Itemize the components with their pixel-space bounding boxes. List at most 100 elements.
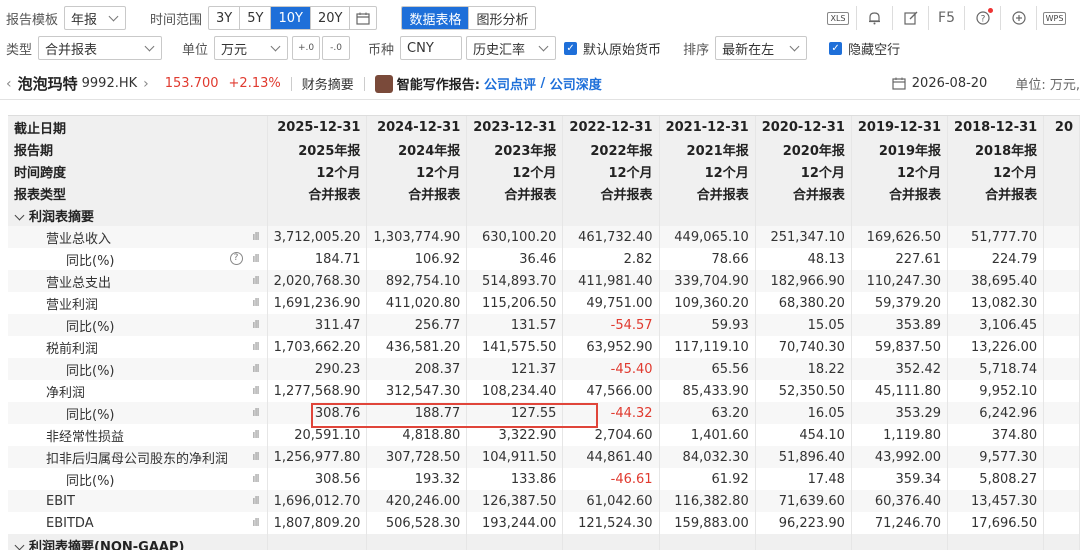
table-cell: 3,322.90 bbox=[466, 424, 564, 446]
chevron-down-icon bbox=[270, 41, 281, 51]
edit-icon[interactable] bbox=[892, 6, 928, 30]
chevron-down-icon[interactable] bbox=[14, 210, 25, 220]
range-3y[interactable]: 3Y bbox=[209, 7, 241, 29]
table-cell: 1,303,774.90 bbox=[366, 226, 468, 248]
bar-chart-icon[interactable]: ıll bbox=[252, 252, 259, 265]
chevron-left-icon[interactable]: ‹ bbox=[6, 76, 12, 92]
bar-chart-icon[interactable]: ıll bbox=[252, 230, 259, 243]
bar-chart-icon[interactable]: ıll bbox=[252, 362, 259, 375]
row-label: EBITDA bbox=[46, 515, 94, 531]
currency-select[interactable]: CNY bbox=[400, 36, 463, 60]
range-20y[interactable]: 20Y bbox=[311, 7, 351, 29]
decimal-increase-button[interactable]: +.0 bbox=[292, 36, 321, 60]
rate-select[interactable]: 历史汇率 bbox=[466, 36, 557, 60]
wps-icon[interactable]: WPS bbox=[1036, 6, 1072, 30]
section-cell bbox=[267, 534, 368, 550]
stock-info-bar: ‹ 泡泡玛特 9992.HK › 153.700 +2.13% 财务摘要 智能写… bbox=[0, 68, 1080, 100]
header-cell: 2022-12-31 bbox=[562, 116, 660, 138]
table-cell: 420,246.00 bbox=[366, 490, 468, 512]
table-cell: 9,952.10 bbox=[947, 380, 1045, 402]
table-cell: 106.92 bbox=[366, 248, 468, 270]
header-row: 截止日期 2025-12-31 2024-12-31 2023-12-31 2022-1… bbox=[8, 116, 1080, 138]
bar-chart-icon[interactable]: ıll bbox=[252, 516, 259, 529]
decimal-decrease-button[interactable]: -.0 bbox=[322, 36, 351, 60]
unit-select[interactable]: 万元 bbox=[214, 36, 289, 60]
rate-select-value: 历史汇率 bbox=[473, 42, 526, 58]
help-icon[interactable]: ? bbox=[964, 6, 1000, 30]
table-cell: 121.37 bbox=[466, 358, 564, 380]
table-cell: 352.42 bbox=[851, 358, 949, 380]
template-select[interactable]: 年报 bbox=[64, 6, 127, 30]
notification-dot bbox=[988, 8, 993, 13]
section-cell bbox=[947, 534, 1045, 550]
sort-select[interactable]: 最新在左 bbox=[715, 36, 808, 60]
bar-chart-icon[interactable]: ıll bbox=[252, 296, 259, 309]
financial-table: 截止日期 2025-12-31 2024-12-31 2023-12-31 2022-1… bbox=[8, 115, 1080, 550]
chevron-down-icon[interactable] bbox=[14, 540, 25, 550]
range-5y[interactable]: 5Y bbox=[240, 7, 272, 29]
table-cell: 449,065.10 bbox=[659, 226, 756, 248]
table-cell: 45,111.80 bbox=[851, 380, 949, 402]
header-label: 时间跨度 bbox=[8, 160, 268, 182]
section-row[interactable]: 利润表摘要(NON-GAAP) bbox=[8, 534, 1080, 550]
bar-chart-icon[interactable]: ıll bbox=[252, 384, 259, 397]
table-cell bbox=[1043, 270, 1080, 292]
row-label: 税前利润 bbox=[46, 341, 99, 357]
header-cell: 2018年报 bbox=[947, 138, 1045, 160]
range-10y[interactable]: 10Y bbox=[271, 7, 311, 29]
section-cell bbox=[466, 534, 564, 550]
header-cell: 合并报表 bbox=[851, 182, 949, 204]
table-row: 扣非后归属母公司股东的净利润 ıll 1,256,977.80 307,728.50 1… bbox=[8, 446, 1080, 468]
row-label: 营业利润 bbox=[46, 297, 99, 313]
checkbox-checked-icon: ✓ bbox=[564, 41, 578, 55]
table-cell: 63,952.90 bbox=[562, 336, 660, 358]
section-row[interactable]: 利润表摘要 bbox=[8, 204, 1080, 226]
header-cell: 2019-12-31 bbox=[851, 116, 949, 138]
table-cell: 59,379.20 bbox=[851, 292, 949, 314]
plus-circle-icon[interactable] bbox=[1000, 6, 1036, 30]
tab-financial-summary[interactable]: 财务摘要 bbox=[302, 74, 354, 93]
header-cell: 2021-12-31 bbox=[659, 116, 756, 138]
table-cell: 51,777.70 bbox=[947, 226, 1045, 248]
table-cell: 227.61 bbox=[851, 248, 949, 270]
date-picker[interactable]: 2026-08-20 bbox=[892, 76, 987, 91]
default-currency-checkbox[interactable]: ✓ 默认原始货币 bbox=[564, 39, 661, 58]
bar-chart-icon[interactable]: ıll bbox=[252, 450, 259, 463]
header-cell: 合并报表 bbox=[366, 182, 468, 204]
view-table-tab[interactable]: 数据表格 bbox=[402, 7, 470, 29]
header-cell: 20 bbox=[1043, 116, 1080, 138]
type-select[interactable]: 合并报表 bbox=[38, 36, 163, 60]
link-company-review[interactable]: 公司点评 bbox=[484, 74, 536, 93]
refresh-f5-button[interactable]: F5 bbox=[928, 6, 964, 30]
header-cell: 合并报表 bbox=[466, 182, 564, 204]
bar-chart-icon[interactable]: ıll bbox=[252, 340, 259, 353]
table-cell: 13,082.30 bbox=[947, 292, 1045, 314]
help-icon[interactable]: ? bbox=[229, 252, 243, 265]
hide-empty-checkbox[interactable]: ✓ 隐藏空行 bbox=[829, 39, 900, 58]
view-chart-tab[interactable]: 图形分析 bbox=[469, 7, 535, 29]
table-cell: 374.80 bbox=[947, 424, 1045, 446]
table-cell bbox=[1043, 446, 1080, 468]
stock-name[interactable]: 泡泡玛特 bbox=[18, 73, 78, 94]
bar-chart-icon[interactable]: ıll bbox=[252, 274, 259, 287]
template-label: 报告模板 bbox=[6, 12, 59, 28]
table-cell: 514,893.70 bbox=[466, 270, 564, 292]
bar-chart-icon[interactable]: ıll bbox=[252, 406, 259, 419]
bell-icon[interactable] bbox=[856, 6, 892, 30]
bar-chart-icon[interactable]: ıll bbox=[252, 318, 259, 331]
header-cell: 合并报表 bbox=[755, 182, 852, 204]
bar-chart-icon[interactable]: ıll bbox=[252, 472, 259, 485]
table-row: 同比(%)? ıll 184.71 106.92 36.46 2.82 78.66 48.13… bbox=[8, 248, 1080, 270]
bar-chart-icon[interactable]: ıll bbox=[252, 428, 259, 441]
header-cell: 12个月 bbox=[366, 160, 468, 182]
table-cell: 2,020,768.30 bbox=[267, 270, 368, 292]
table-cell: -54.57 bbox=[562, 314, 660, 336]
table-cell: 63.20 bbox=[659, 402, 756, 424]
right-toolbar: XLS F5 ? WPS bbox=[820, 3, 1072, 33]
link-company-depth[interactable]: 公司深度 bbox=[550, 74, 602, 93]
chevron-right-icon[interactable]: › bbox=[143, 76, 149, 92]
bar-chart-icon[interactable]: ıll bbox=[252, 494, 259, 507]
calendar-icon[interactable] bbox=[350, 7, 376, 29]
xls-export-icon[interactable]: XLS bbox=[820, 6, 856, 30]
table-cell: 70,740.30 bbox=[755, 336, 852, 358]
